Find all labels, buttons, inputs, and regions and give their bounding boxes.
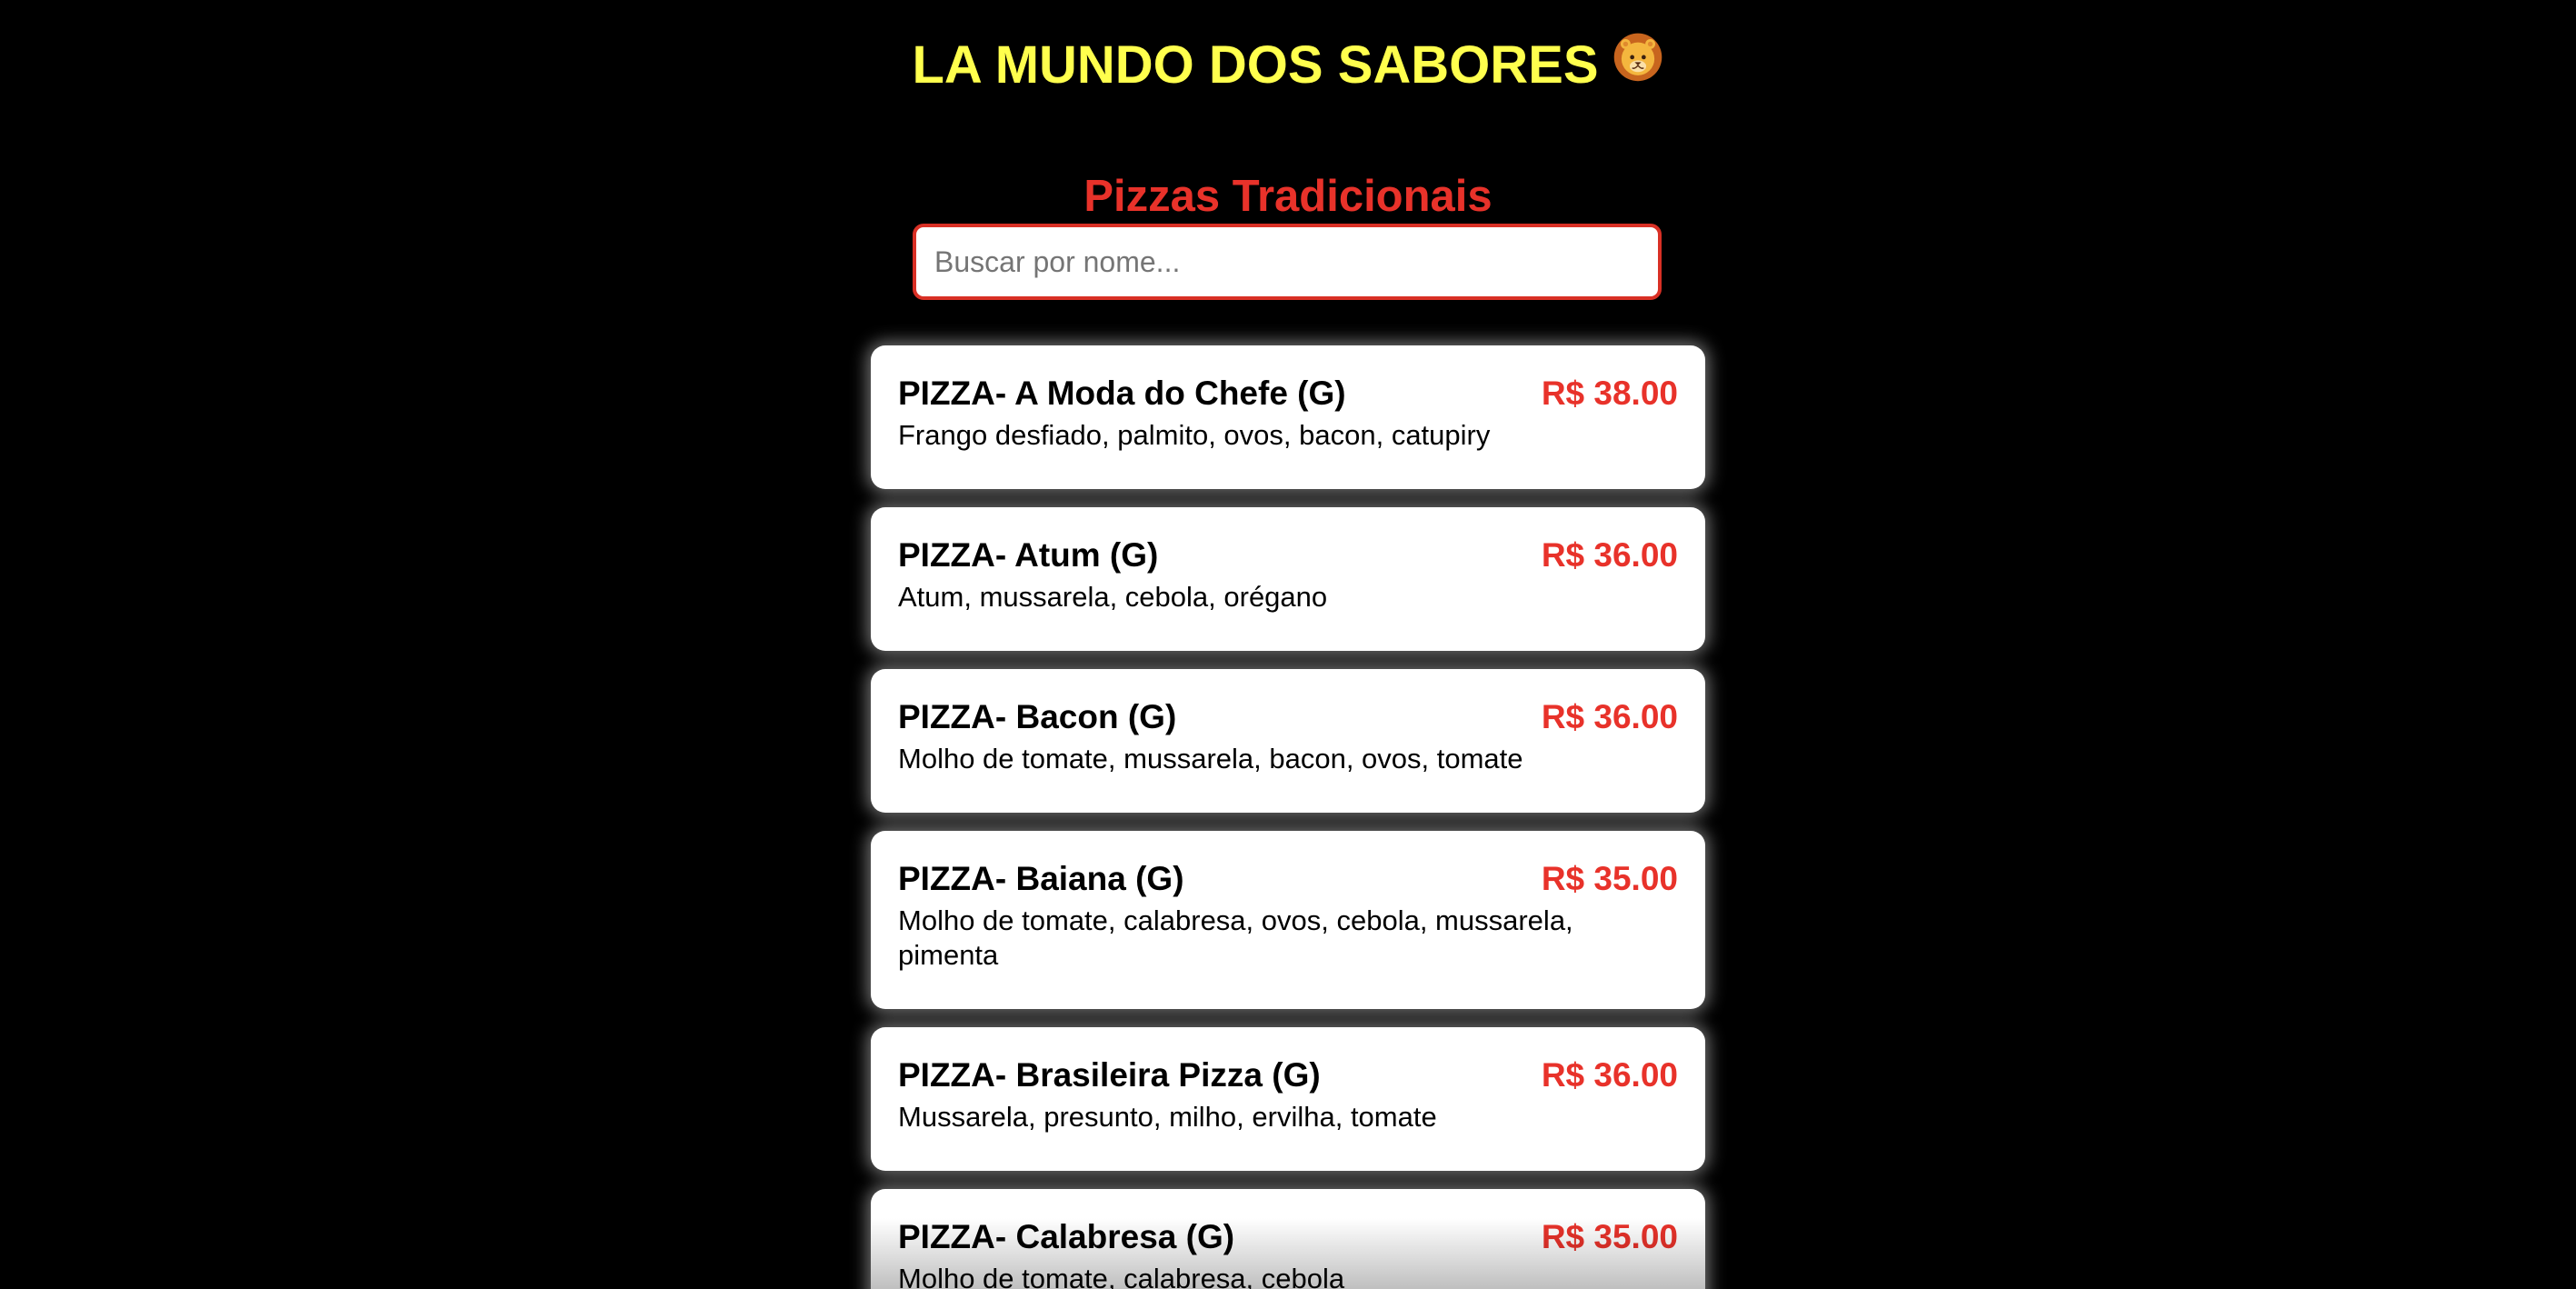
menu-item-card[interactable]: PIZZA- Atum (G) R$ 36.00 Atum, mussarela…: [871, 507, 1705, 651]
menu-item-card[interactable]: PIZZA- Baiana (G) R$ 35.00 Molho de toma…: [871, 831, 1705, 1009]
menu-item-card[interactable]: PIZZA- A Moda do Chefe (G) R$ 38.00 Fran…: [871, 345, 1705, 489]
menu-item-price: R$ 35.00: [1541, 860, 1678, 897]
menu-item-description: Frango desfiado, palmito, ovos, bacon, c…: [898, 419, 1491, 451]
menu-item-header: PIZZA- Brasileira Pizza (G) R$ 36.00: [898, 1054, 1678, 1096]
menu-item-header: PIZZA- Atum (G) R$ 36.00: [898, 535, 1678, 576]
lion-face-icon: [1612, 30, 1664, 96]
menu-item-header: PIZZA- Baiana (G) R$ 35.00: [898, 858, 1678, 900]
menu-item-description: Molho de tomate, calabresa, cebola: [898, 1263, 1345, 1289]
menu-item-price: R$ 38.00: [1541, 375, 1678, 412]
menu-item-name: PIZZA- A Moda do Chefe (G): [898, 375, 1346, 412]
search-input[interactable]: [913, 224, 1662, 300]
menu-item-card[interactable]: PIZZA- Calabresa (G) R$ 35.00 Molho de t…: [871, 1189, 1705, 1289]
menu-item-description: Mussarela, presunto, milho, ervilha, tom…: [898, 1101, 1437, 1133]
menu-item-name: PIZZA- Bacon (G): [898, 698, 1177, 735]
menu-item-name: PIZZA- Atum (G): [898, 536, 1159, 574]
menu-item-name: PIZZA- Calabresa (G): [898, 1218, 1235, 1255]
menu-item-price: R$ 36.00: [1541, 698, 1678, 735]
menu-list: PIZZA- A Moda do Chefe (G) R$ 38.00 Fran…: [871, 345, 1705, 1289]
section-title: Pizzas Tradicionais: [1083, 172, 1493, 221]
menu-item-name: PIZZA- Baiana (G): [898, 860, 1184, 897]
menu-item-price: R$ 35.00: [1541, 1218, 1678, 1255]
menu-item-price: R$ 36.00: [1541, 536, 1678, 574]
menu-page: LA MUNDO DOS SABORES Pizzas Tradicionais…: [0, 0, 2576, 1289]
menu-item-header: PIZZA- Bacon (G) R$ 36.00: [898, 696, 1678, 738]
menu-item-description: Molho de tomate, mussarela, bacon, ovos,…: [898, 743, 1523, 774]
menu-item-card[interactable]: PIZZA- Bacon (G) R$ 36.00 Molho de tomat…: [871, 669, 1705, 813]
site-title: LA MUNDO DOS SABORES: [0, 33, 2576, 96]
menu-item-name: PIZZA- Brasileira Pizza (G): [898, 1056, 1321, 1094]
menu-item-price: R$ 36.00: [1541, 1056, 1678, 1094]
menu-item-header: PIZZA- A Moda do Chefe (G) R$ 38.00: [898, 373, 1678, 415]
menu-item-card[interactable]: PIZZA- Brasileira Pizza (G) R$ 36.00 Mus…: [871, 1027, 1705, 1171]
menu-item-header: PIZZA- Calabresa (G) R$ 35.00: [898, 1216, 1678, 1258]
menu-item-description: Molho de tomate, calabresa, ovos, cebola…: [898, 904, 1573, 971]
site-title-text: LA MUNDO DOS SABORES: [912, 35, 1599, 95]
menu-item-description: Atum, mussarela, cebola, orégano: [898, 581, 1328, 613]
